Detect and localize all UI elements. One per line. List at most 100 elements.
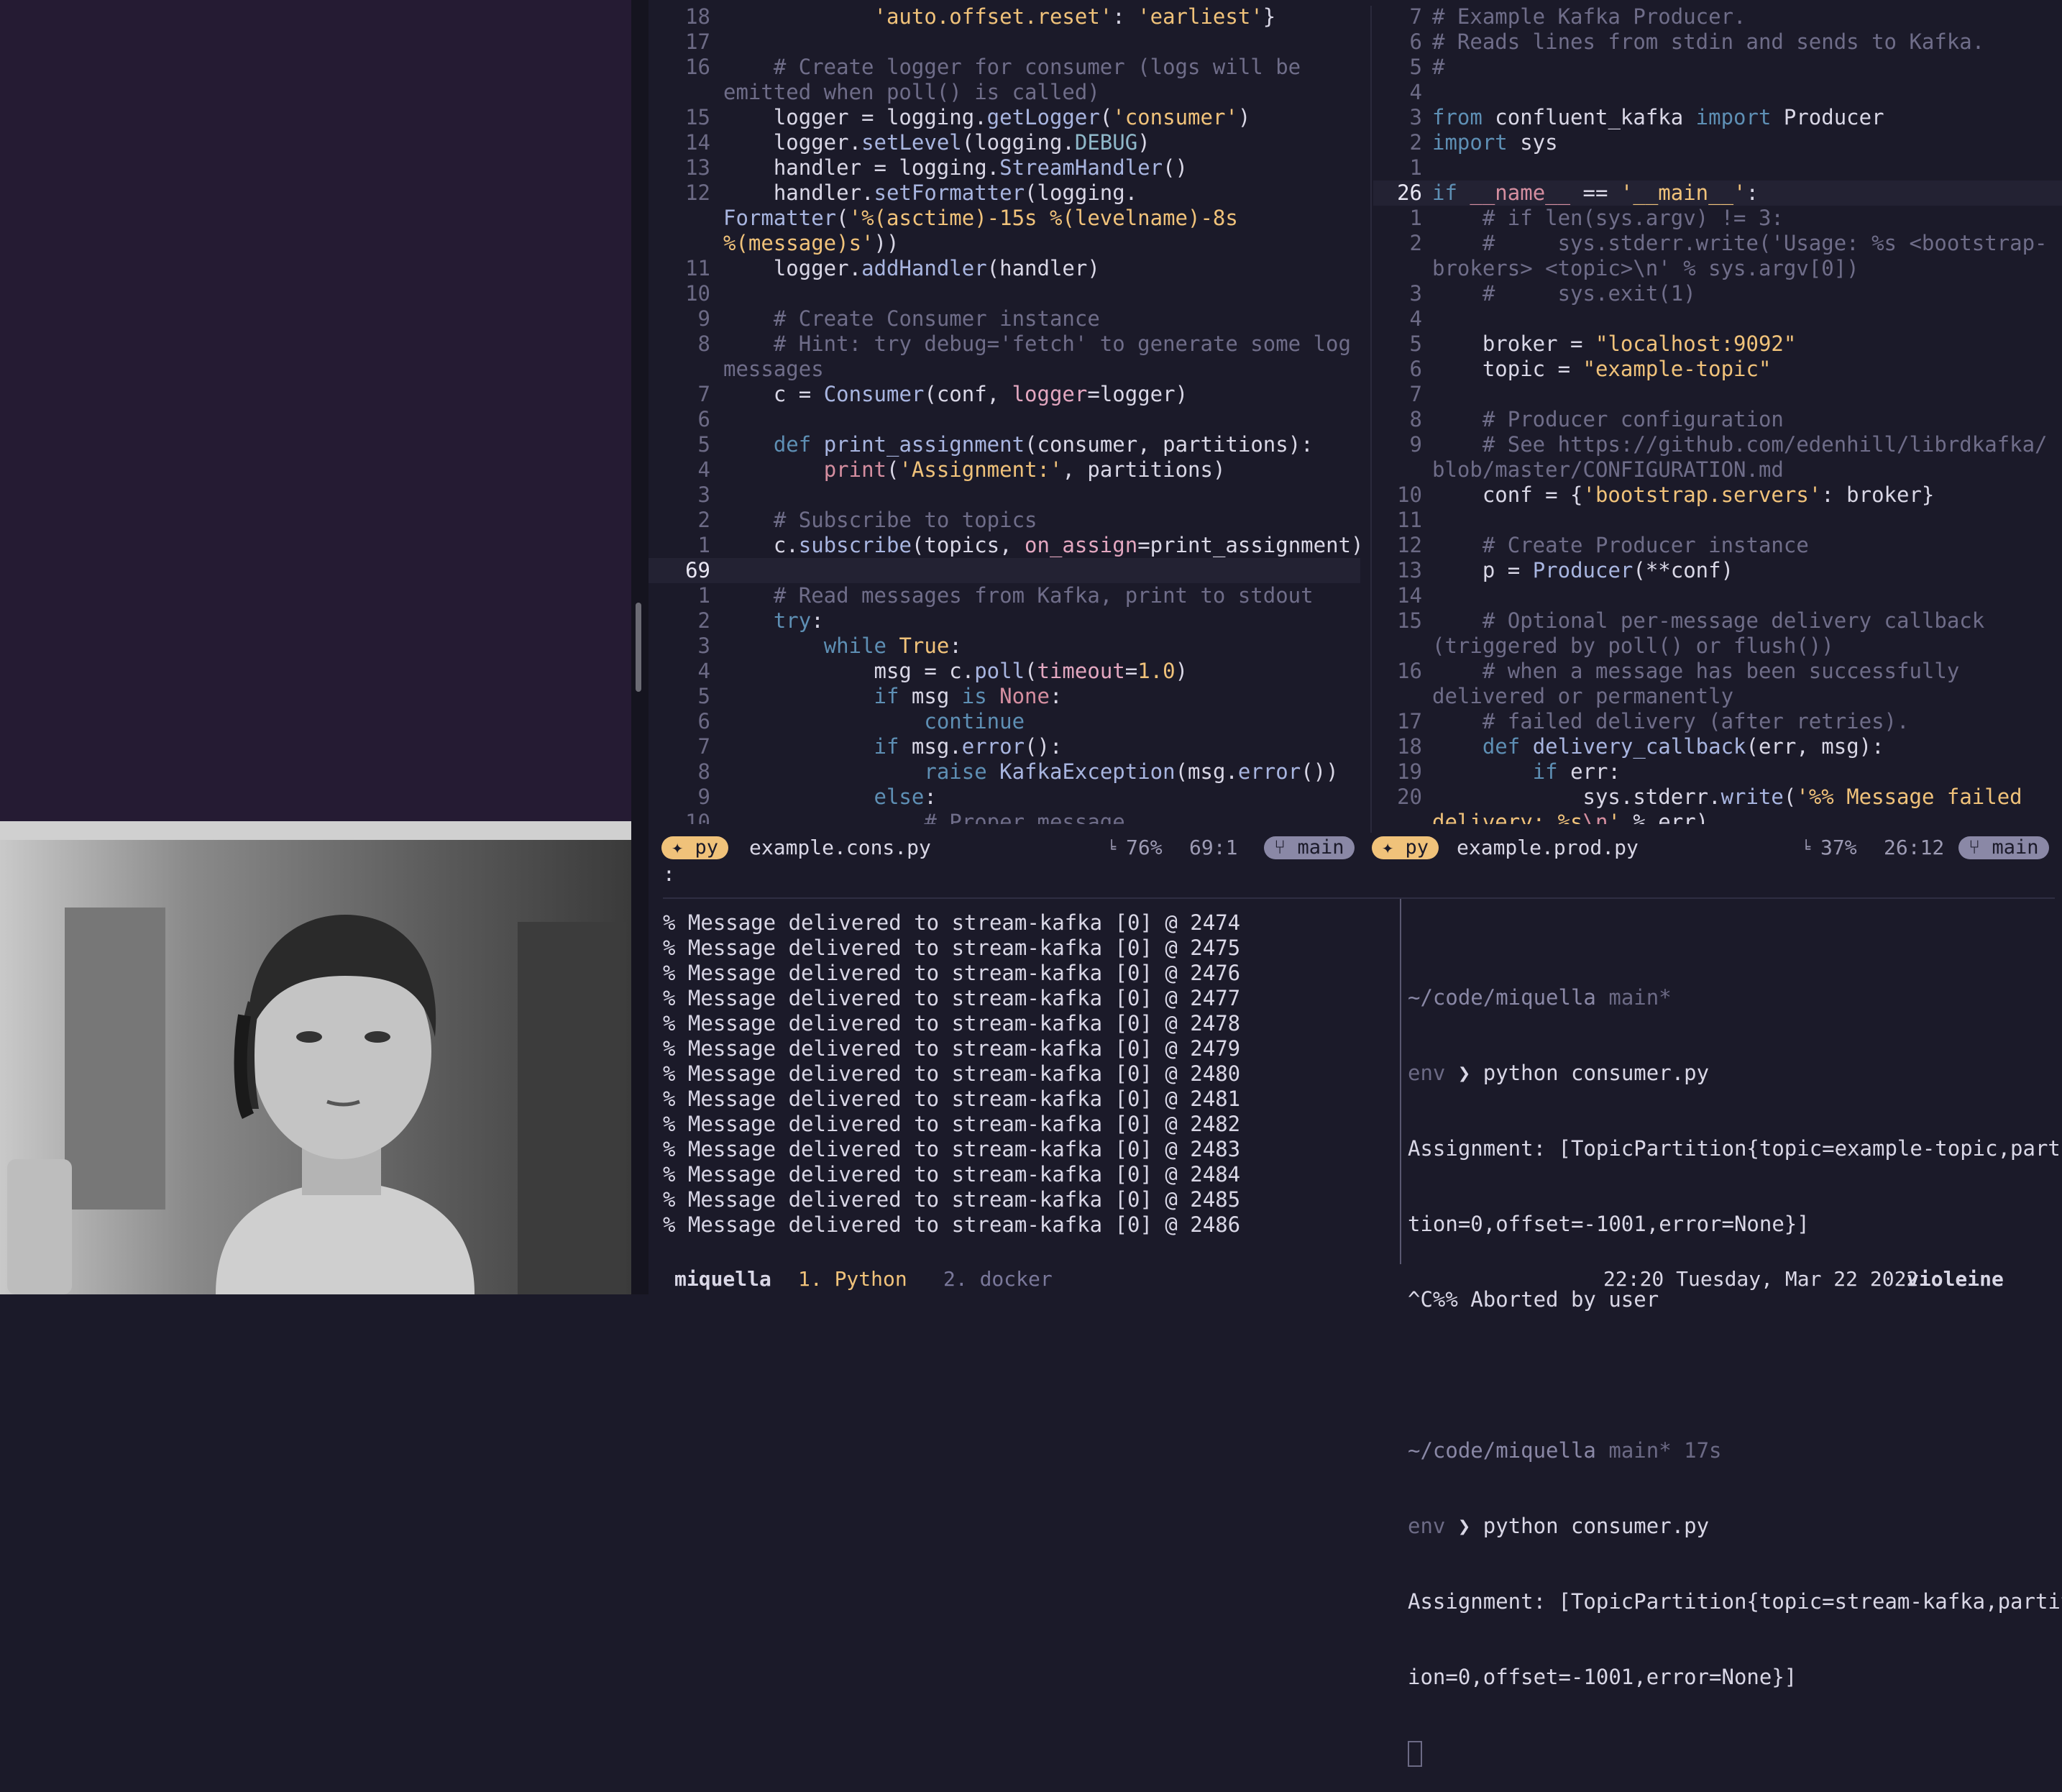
code-line[interactable]: %(message)s')) (649, 231, 1360, 256)
code-line[interactable]: 18 def delivery_callback(err, msg): (1373, 734, 2062, 759)
code-line[interactable]: 2 import sys (1373, 130, 2062, 155)
code-line[interactable]: 10 # Proper message (649, 810, 1360, 824)
code-line[interactable]: 20 sys.stderr.write('%% Message failed (1373, 785, 2062, 810)
line-number: 9 (1409, 432, 1422, 457)
code-line[interactable]: 5 broker = "localhost:9092" (1373, 332, 2062, 357)
tmux-window-python[interactable]: 1. Python (798, 1264, 907, 1294)
code-line[interactable]: brokers> <topic>\n' % sys.argv[0]) (1373, 256, 2062, 281)
line-number: 8 (697, 759, 710, 784)
code-line[interactable]: 5 # (1373, 55, 2062, 80)
code-line[interactable]: 10 (649, 281, 1360, 306)
code-line[interactable]: 8 # Producer configuration (1373, 407, 2062, 432)
output-line: % Message delivered to stream-kafka [0] … (663, 986, 1241, 1010)
terminal-producer-output[interactable]: % Message delivered to stream-kafka [0] … (663, 910, 1240, 1238)
code-line[interactable]: 9 # See https://github.com/edenhill/libr… (1373, 432, 2062, 457)
code-line[interactable]: 12 handler.setFormatter(logging. (649, 180, 1360, 206)
code-line[interactable]: 7 # Example Kafka Producer. (1373, 4, 2062, 29)
command-text: python consumer.py (1483, 1061, 1710, 1085)
code-line[interactable]: 8 raise KafkaException(msg.error()) (649, 759, 1360, 785)
line-number: 6 (697, 709, 710, 733)
line-number: 6 (1409, 29, 1422, 54)
code-line[interactable]: 2 # sys.stderr.write('Usage: %s <bootstr… (1373, 231, 2062, 256)
code-line[interactable]: messages (649, 357, 1360, 382)
code-line[interactable]: 16 # when a message has been successfull… (1373, 659, 2062, 684)
line-number: 5 (1409, 55, 1422, 79)
code-line[interactable]: 6 continue (649, 709, 1360, 734)
code-line[interactable]: 13 handler = logging.StreamHandler() (649, 155, 1360, 180)
code-line[interactable]: 17 (649, 29, 1360, 55)
code-line[interactable]: 14 (1373, 583, 2062, 608)
code-line[interactable]: 11 logger.addHandler(handler) (649, 256, 1360, 281)
terminal-split-divider (1400, 899, 1401, 1264)
code-line[interactable]: 7 (1373, 382, 2062, 407)
output-line: Assignment: [TopicPartition{topic=stream… (1408, 1589, 2062, 1614)
scrollbar-handle[interactable] (636, 603, 641, 692)
code-line[interactable]: 15 # Optional per-message delivery callb… (1373, 608, 2062, 634)
output-line: Assignment: [TopicPartition{topic=exampl… (1408, 1136, 2062, 1161)
branch-badge: ⑂ main (1264, 836, 1355, 859)
code-line[interactable]: 9 # Create Consumer instance (649, 306, 1360, 332)
code-text: # Hint: try debug='fetch' to generate so… (773, 332, 1351, 356)
output-line: % Message delivered to stream-kafka [0] … (663, 1011, 1241, 1036)
code-line[interactable]: 6 topic = "example-topic" (1373, 357, 2062, 382)
code-line[interactable]: 5 def print_assignment(consumer, partiti… (649, 432, 1360, 457)
code-line[interactable]: 1 # Read messages from Kafka, print to s… (649, 583, 1360, 608)
tmux-window-docker[interactable]: 2. docker (943, 1264, 1053, 1294)
code-line[interactable]: 3 from confluent_kafka import Producer (1373, 105, 2062, 130)
code-line[interactable]: 14 logger.setLevel(logging.DEBUG) (649, 130, 1360, 155)
code-line[interactable]: blob/master/CONFIGURATION.md (1373, 457, 2062, 483)
terminal-consumer[interactable]: ~/code/miquella main* env ❯ python consu… (1408, 935, 2062, 1792)
code-line[interactable]: 1 # if len(sys.argv) != 3: (1373, 206, 2062, 231)
code-line[interactable]: 6 (649, 407, 1360, 432)
editor-pane-consumer[interactable]: 18 'auto.offset.reset': 'earliest'} 17 16 … (649, 0, 1360, 824)
line-number: 6 (1409, 357, 1422, 381)
code-line[interactable]: 11 (1373, 508, 2062, 533)
code-line[interactable]: 8 # Hint: try debug='fetch' to generate … (649, 332, 1360, 357)
code-text: # Create logger for consumer (logs will … (773, 55, 1301, 79)
code-text: msg = c.poll(timeout=1.0) (723, 659, 1188, 683)
code-line[interactable]: 1 (1373, 155, 2062, 180)
output-line: tion=0,offset=-1001,error=None}] (1408, 1212, 1810, 1236)
code-line[interactable]: 4 print('Assignment:', partitions) (649, 457, 1360, 483)
code-line[interactable]: 9 else: (649, 785, 1360, 810)
code-line[interactable]: 12 # Create Producer instance (1373, 533, 2062, 558)
code-line[interactable]: 3 while True: (649, 634, 1360, 659)
code-line[interactable]: 4 (1373, 80, 2062, 105)
code-line[interactable]: 2 # Subscribe to topics (649, 508, 1360, 533)
code-line[interactable]: 4 (1373, 306, 2062, 332)
code-line[interactable]: 15 logger = logging.getLogger('consumer'… (649, 105, 1360, 130)
code-line[interactable]: 3 (649, 483, 1360, 508)
code-line[interactable]: (triggered by poll() or flush()) (1373, 634, 2062, 659)
code-line[interactable]: 7 c = Consumer(conf, logger=logger) (649, 382, 1360, 407)
code-line[interactable]: 1 c.subscribe(topics, on_assign=print_as… (649, 533, 1360, 558)
code-line[interactable]: 19 if err: (1373, 759, 2062, 785)
code-line[interactable]: 5 if msg is None: (649, 684, 1360, 709)
code-line[interactable]: 3 # sys.exit(1) (1373, 281, 2062, 306)
filetype-badge: ✦ py (1372, 836, 1439, 859)
code-line[interactable]: 4 msg = c.poll(timeout=1.0) (649, 659, 1360, 684)
code-line[interactable]: 10 conf = {'bootstrap.servers': broker} (1373, 483, 2062, 508)
output-line: % Message delivered to stream-kafka [0] … (663, 1212, 1241, 1237)
editor-pane-producer[interactable]: 7 # Example Kafka Producer. 6 # Reads lines… (1373, 0, 2062, 824)
code-line[interactable]: 6 # Reads lines from stdin and sends to K… (1373, 29, 2062, 55)
code-line[interactable]: 26 if __name__ == '__main__': (1373, 180, 2062, 206)
code-line[interactable]: 13 p = Producer(**conf) (1373, 558, 2062, 583)
code-line[interactable]: 2 try: (649, 608, 1360, 634)
code-line[interactable]: delivered or permanently (1373, 684, 2062, 709)
line-number: 15 (1397, 608, 1422, 633)
code-line[interactable]: Formatter('%(asctime)-15s %(levelname)-8… (649, 206, 1360, 231)
code-line[interactable]: 17 # failed delivery (after retries). (1373, 709, 2062, 734)
code-text: # Producer configuration (1482, 407, 1784, 431)
code-line[interactable]: 7 if msg.error(): (649, 734, 1360, 759)
code-line[interactable]: emitted when poll() is called) (649, 80, 1360, 105)
readonly-icon: ╘ (1802, 839, 1811, 856)
terminal-cursor[interactable] (1408, 1741, 1422, 1767)
vim-command-line[interactable]: : (663, 861, 675, 887)
git-branch-icon: ⑂ (1969, 836, 1981, 859)
code-line[interactable]: 18 'auto.offset.reset': 'earliest'} (649, 4, 1360, 29)
code-line[interactable]: 16 # Create logger for consumer (logs wi… (649, 55, 1360, 80)
code-line[interactable]: delivery: %s\n' % err) (1373, 810, 2062, 824)
output-line: % Message delivered to stream-kafka [0] … (663, 961, 1241, 985)
code-text: raise KafkaException(msg.error()) (924, 759, 1339, 784)
code-line[interactable]: 69 (649, 558, 1360, 583)
